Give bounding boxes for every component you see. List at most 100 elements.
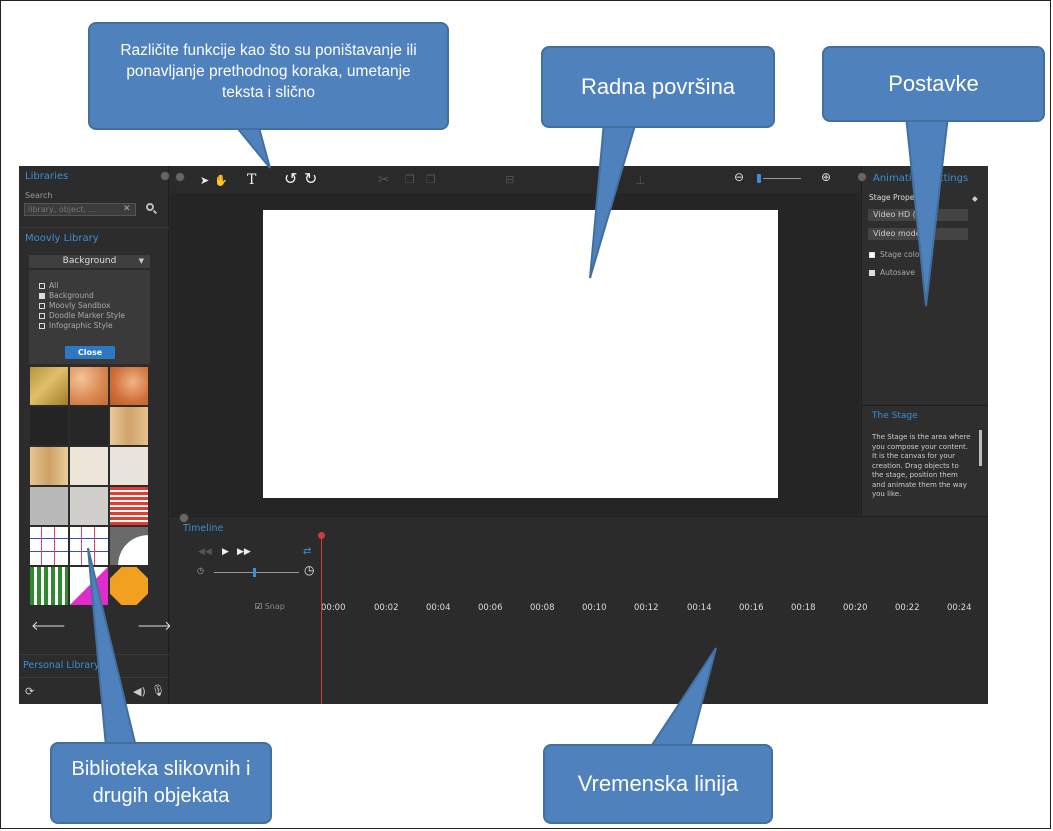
callout-workspace: Radna površina <box>541 46 775 128</box>
background-thumbnail[interactable] <box>110 487 148 525</box>
background-thumbnail[interactable] <box>110 567 148 605</box>
undo-icon[interactable]: ↺ <box>284 171 297 187</box>
rewind-icon[interactable]: ◀◀ <box>198 547 212 557</box>
timeline-zoom-slider[interactable] <box>214 572 299 573</box>
search-icon[interactable] <box>146 203 154 211</box>
time-tick: 00:10 <box>582 603 607 613</box>
zoom-slider[interactable] <box>763 178 801 179</box>
background-thumbnail[interactable] <box>30 527 68 565</box>
background-thumbnail[interactable] <box>70 367 108 405</box>
background-thumbnail[interactable] <box>30 367 68 405</box>
filter-doodle-marker[interactable]: Doodle Marker Style <box>39 311 125 320</box>
arrow-right-icon[interactable]: 🡒 <box>137 618 172 634</box>
zoom-out-icon[interactable]: ⊖ <box>734 170 744 184</box>
align-icon[interactable]: ⊟ <box>505 173 514 187</box>
cut-icon[interactable]: ✂ <box>378 173 390 187</box>
scrollbar[interactable] <box>979 430 982 466</box>
background-thumbnail[interactable] <box>110 447 148 485</box>
checkbox[interactable] <box>39 313 45 319</box>
callout-workspace-text: Radna površina <box>580 74 736 99</box>
callout-library-text: Biblioteka slikovnih i drugih objekata <box>71 758 251 807</box>
playhead[interactable] <box>321 535 322 704</box>
background-thumbnail[interactable] <box>30 447 68 485</box>
autosave-option[interactable]: Autosave <box>869 268 915 277</box>
background-thumbnail[interactable] <box>110 367 148 405</box>
diamond-icon: ◆ <box>972 194 978 203</box>
panel-settings-icon[interactable] <box>160 171 170 181</box>
background-thumbnail[interactable] <box>30 567 68 605</box>
background-thumbnail[interactable] <box>110 527 148 565</box>
fast-forward-icon[interactable]: ▶▶ <box>237 547 251 557</box>
checkbox[interactable] <box>39 283 45 289</box>
personal-library-title[interactable]: Personal Library <box>23 660 100 671</box>
time-tick: 00:24 <box>947 603 972 613</box>
filter-background[interactable]: Background <box>39 291 94 300</box>
clock-large-icon: ◷ <box>304 563 315 577</box>
checkbox[interactable] <box>39 323 45 329</box>
callout-settings: Postavke <box>822 46 1045 122</box>
time-tick: 00:06 <box>478 603 503 613</box>
stage-help-text: The Stage is the area where you compose … <box>872 433 971 498</box>
refresh-icon[interactable]: ⟳ <box>25 685 34 698</box>
checkbox[interactable] <box>39 303 45 309</box>
category-select[interactable]: Background ▼ <box>29 255 150 268</box>
timeline-zoom-handle[interactable] <box>253 568 256 577</box>
filter-all[interactable]: All <box>39 281 58 290</box>
speaker-icon[interactable]: ◀) <box>133 685 146 698</box>
video-format-select[interactable]: Video HD (16:9) <box>868 209 968 221</box>
search-label: Search <box>25 191 53 200</box>
background-thumbnail[interactable] <box>30 487 68 525</box>
background-thumbnail[interactable] <box>110 407 148 445</box>
checkbox-checked[interactable] <box>39 293 45 299</box>
zoom-slider-handle[interactable] <box>757 174 761 183</box>
library-search-input[interactable] <box>24 203 136 216</box>
background-thumbnail[interactable] <box>70 527 108 565</box>
panel-settings-icon[interactable] <box>179 513 189 523</box>
autosave-label: Autosave <box>880 268 915 277</box>
background-thumbnail[interactable] <box>70 567 108 605</box>
filter-label: Background <box>49 291 94 300</box>
toolbar-settings-icon[interactable] <box>175 172 185 182</box>
stage-color-option[interactable]: Stage color <box>869 250 923 259</box>
moovly-editor: Libraries Search ✕ Moovly Library Backgr… <box>19 166 988 704</box>
zoom-in-icon[interactable]: ⊕ <box>821 170 831 184</box>
background-thumbnail[interactable] <box>70 447 108 485</box>
copy-icon[interactable]: ❐ <box>405 173 415 187</box>
background-thumbnail[interactable] <box>70 487 108 525</box>
divider <box>19 677 169 678</box>
center-icon[interactable]: ⊥ <box>635 173 645 187</box>
filter-label: All <box>49 281 59 290</box>
playhead-handle[interactable] <box>318 532 325 539</box>
close-filter-button[interactable]: Close <box>65 346 115 359</box>
stage-help-panel: The Stage The Stage is the area where yo… <box>861 405 988 517</box>
snap-option[interactable]: ☑ Snap <box>255 602 285 611</box>
libraries-title: Libraries <box>25 171 69 182</box>
paste-icon[interactable]: ❐ <box>426 173 436 187</box>
background-thumbnail[interactable] <box>70 407 108 445</box>
color-swatch[interactable] <box>869 252 875 258</box>
hand-icon[interactable]: ✋ <box>214 174 228 188</box>
timeline-panel: Timeline ◀◀ ▶ ▶▶ ⇄ ◷ ◷ ☑ Snap 00:00 00:0… <box>170 513 988 704</box>
moovly-library-title[interactable]: Moovly Library <box>25 233 99 244</box>
stage-properties-label: Stage Properties <box>869 193 931 202</box>
checkbox-checked[interactable]: ☑ <box>255 602 262 611</box>
play-icon[interactable]: ▶ <box>222 547 229 557</box>
filter-moovly-sandbox[interactable]: Moovly Sandbox <box>39 301 110 310</box>
panel-settings-icon[interactable] <box>857 172 867 182</box>
stage-canvas[interactable] <box>263 210 778 498</box>
microphone-icon[interactable]: 🎙 <box>151 684 165 697</box>
callout-functions: Različite funkcije kao što su poništavan… <box>88 22 449 130</box>
arrow-left-icon[interactable]: 🡐 <box>31 618 66 634</box>
filter-infographic[interactable]: Infographic Style <box>39 321 113 330</box>
clear-search-icon[interactable]: ✕ <box>123 204 131 214</box>
animation-settings-panel: Animation Settings Stage Properties ◆ Vi… <box>857 166 988 404</box>
redo-icon[interactable]: ↻ <box>304 171 317 187</box>
checkbox-checked[interactable] <box>869 270 875 276</box>
loop-icon[interactable]: ⇄ <box>303 546 311 557</box>
text-icon[interactable]: T <box>247 173 256 187</box>
background-thumbnail[interactable] <box>30 407 68 445</box>
mode-select[interactable]: Video mode <box>868 228 968 240</box>
select-icon[interactable]: ➤ <box>200 174 209 188</box>
callout-timeline-text: Vremenska linija <box>577 771 739 796</box>
stage-color-label: Stage color <box>880 250 923 259</box>
